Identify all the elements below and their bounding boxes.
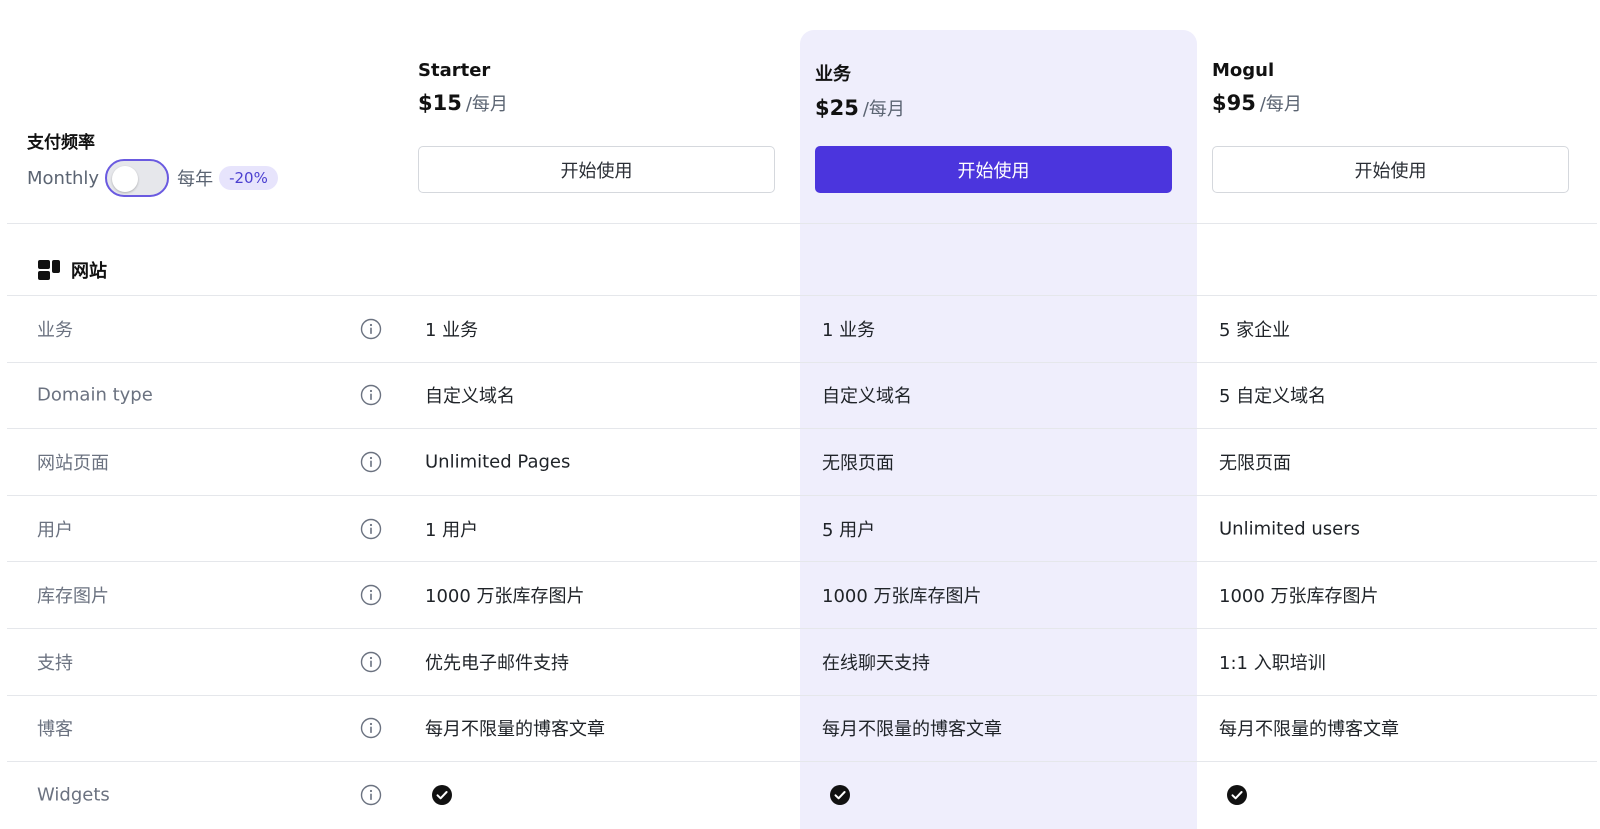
- table-row: 博客 每月不限量的博客文章 每月不限量的博客文章 每月不限量的博客文章: [7, 696, 1597, 763]
- info-icon[interactable]: [360, 384, 382, 406]
- plan-price-row: $25/每月: [815, 95, 1172, 121]
- table-row: 支持 优先电子邮件支持 在线聊天支持 1:1 入职培训: [7, 629, 1597, 696]
- get-started-button-business[interactable]: 开始使用: [815, 146, 1172, 193]
- header-divider: [7, 223, 1597, 224]
- table-row: 用户 1 用户 5 用户 Unlimited users: [7, 496, 1597, 563]
- row-label: Widgets: [37, 784, 110, 806]
- plan-starter: Starter $15/每月 开始使用: [418, 60, 775, 193]
- cell-business: 1000 万张库存图片: [822, 586, 982, 608]
- plan-price: $25: [815, 96, 859, 120]
- plan-price: $15: [418, 91, 462, 115]
- plan-name: Mogul: [1212, 60, 1275, 81]
- toggle-knob: [112, 166, 139, 192]
- cell-business: 5 用户: [822, 519, 876, 541]
- cell-starter: Unlimited Pages: [425, 451, 571, 473]
- get-started-button-mogul[interactable]: 开始使用: [1212, 146, 1569, 193]
- billing-toggle[interactable]: [105, 159, 170, 197]
- info-icon[interactable]: [360, 451, 382, 473]
- cell-mogul: 1:1 入职培训: [1219, 652, 1326, 674]
- cell-mogul: 5 家企业: [1219, 319, 1291, 341]
- table-row: Domain type 自定义域名 自定义域名 5 自定义域名: [7, 363, 1597, 430]
- row-label: 用户: [37, 519, 73, 541]
- layout-blocks-icon: [38, 260, 60, 280]
- plan-mogul: Mogul $95/每月 开始使用: [1212, 60, 1569, 193]
- plan-price-row: $95/每月: [1212, 90, 1569, 116]
- plan-name: 业务: [815, 64, 851, 85]
- yearly-label: 每年: [177, 169, 214, 190]
- row-label: 支持: [37, 652, 73, 674]
- table-row: 业务 1 业务 1 业务 5 家企业: [7, 296, 1597, 363]
- cell-business: 在线聊天支持: [822, 652, 930, 674]
- check-circle-icon: [830, 785, 850, 806]
- cell-starter: 优先电子邮件支持: [425, 652, 569, 674]
- feature-table: 业务 1 业务 1 业务 5 家企业 Domain type 自定义域名 自定义…: [0, 296, 1600, 829]
- table-row: 库存图片 1000 万张库存图片 1000 万张库存图片 1000 万张库存图片: [7, 562, 1597, 629]
- cell-mogul: Unlimited users: [1219, 518, 1361, 540]
- cell-mogul: 5 自定义域名: [1219, 386, 1327, 408]
- section-title: 网站: [71, 261, 107, 282]
- row-label: 博客: [37, 719, 73, 741]
- plan-name: Starter: [418, 60, 491, 81]
- info-icon[interactable]: [360, 318, 382, 340]
- info-icon[interactable]: [360, 717, 382, 739]
- plan-period: /每月: [465, 94, 508, 115]
- table-row: 网站页面 Unlimited Pages 无限页面 无限页面: [7, 429, 1597, 496]
- cell-business: 1 业务: [822, 319, 876, 341]
- cell-starter: 1000 万张库存图片: [425, 586, 585, 608]
- table-row: Widgets: [7, 762, 1597, 829]
- check-circle-icon: [432, 785, 452, 806]
- section-header-website: 网站: [37, 257, 107, 283]
- billing-frequency-title: 支付频率: [27, 133, 95, 153]
- plan-price-row: $15/每月: [418, 90, 775, 116]
- row-label: Domain type: [37, 384, 153, 406]
- cell-starter: 自定义域名: [425, 386, 515, 408]
- info-icon[interactable]: [360, 651, 382, 673]
- cell-mogul: 每月不限量的博客文章: [1219, 719, 1399, 741]
- cell-business: 自定义域名: [822, 386, 912, 408]
- billing-frequency: 支付频率 Monthly 每年 -20%: [27, 128, 387, 197]
- cell-business: 每月不限量的博客文章: [822, 719, 1002, 741]
- cell-mogul: 无限页面: [1219, 452, 1291, 474]
- info-icon[interactable]: [360, 784, 382, 806]
- monthly-label: Monthly: [27, 167, 100, 189]
- row-label: 业务: [37, 319, 73, 341]
- cell-starter: 1 用户: [425, 519, 479, 541]
- cell-business: 无限页面: [822, 452, 894, 474]
- get-started-button-starter[interactable]: 开始使用: [418, 146, 775, 193]
- row-label: 库存图片: [37, 586, 109, 608]
- plan-business: 业务 $25/每月 开始使用: [815, 60, 1172, 193]
- info-icon[interactable]: [360, 518, 382, 540]
- plan-price: $95: [1212, 91, 1256, 115]
- pricing-comparison-page: 支付频率 Monthly 每年 -20% Starter $15/每月 开始使用…: [0, 0, 1600, 829]
- row-label: 网站页面: [37, 452, 109, 474]
- plan-period: /每月: [862, 99, 905, 120]
- plan-period: /每月: [1259, 94, 1302, 115]
- billing-toggle-row: Monthly 每年 -20%: [27, 158, 278, 198]
- info-icon[interactable]: [360, 584, 382, 606]
- cell-starter: 每月不限量的博客文章: [425, 719, 605, 741]
- cell-mogul: 1000 万张库存图片: [1219, 586, 1379, 608]
- check-circle-icon: [1227, 785, 1247, 806]
- cell-starter: 1 业务: [425, 319, 479, 341]
- discount-badge: -20%: [219, 166, 278, 190]
